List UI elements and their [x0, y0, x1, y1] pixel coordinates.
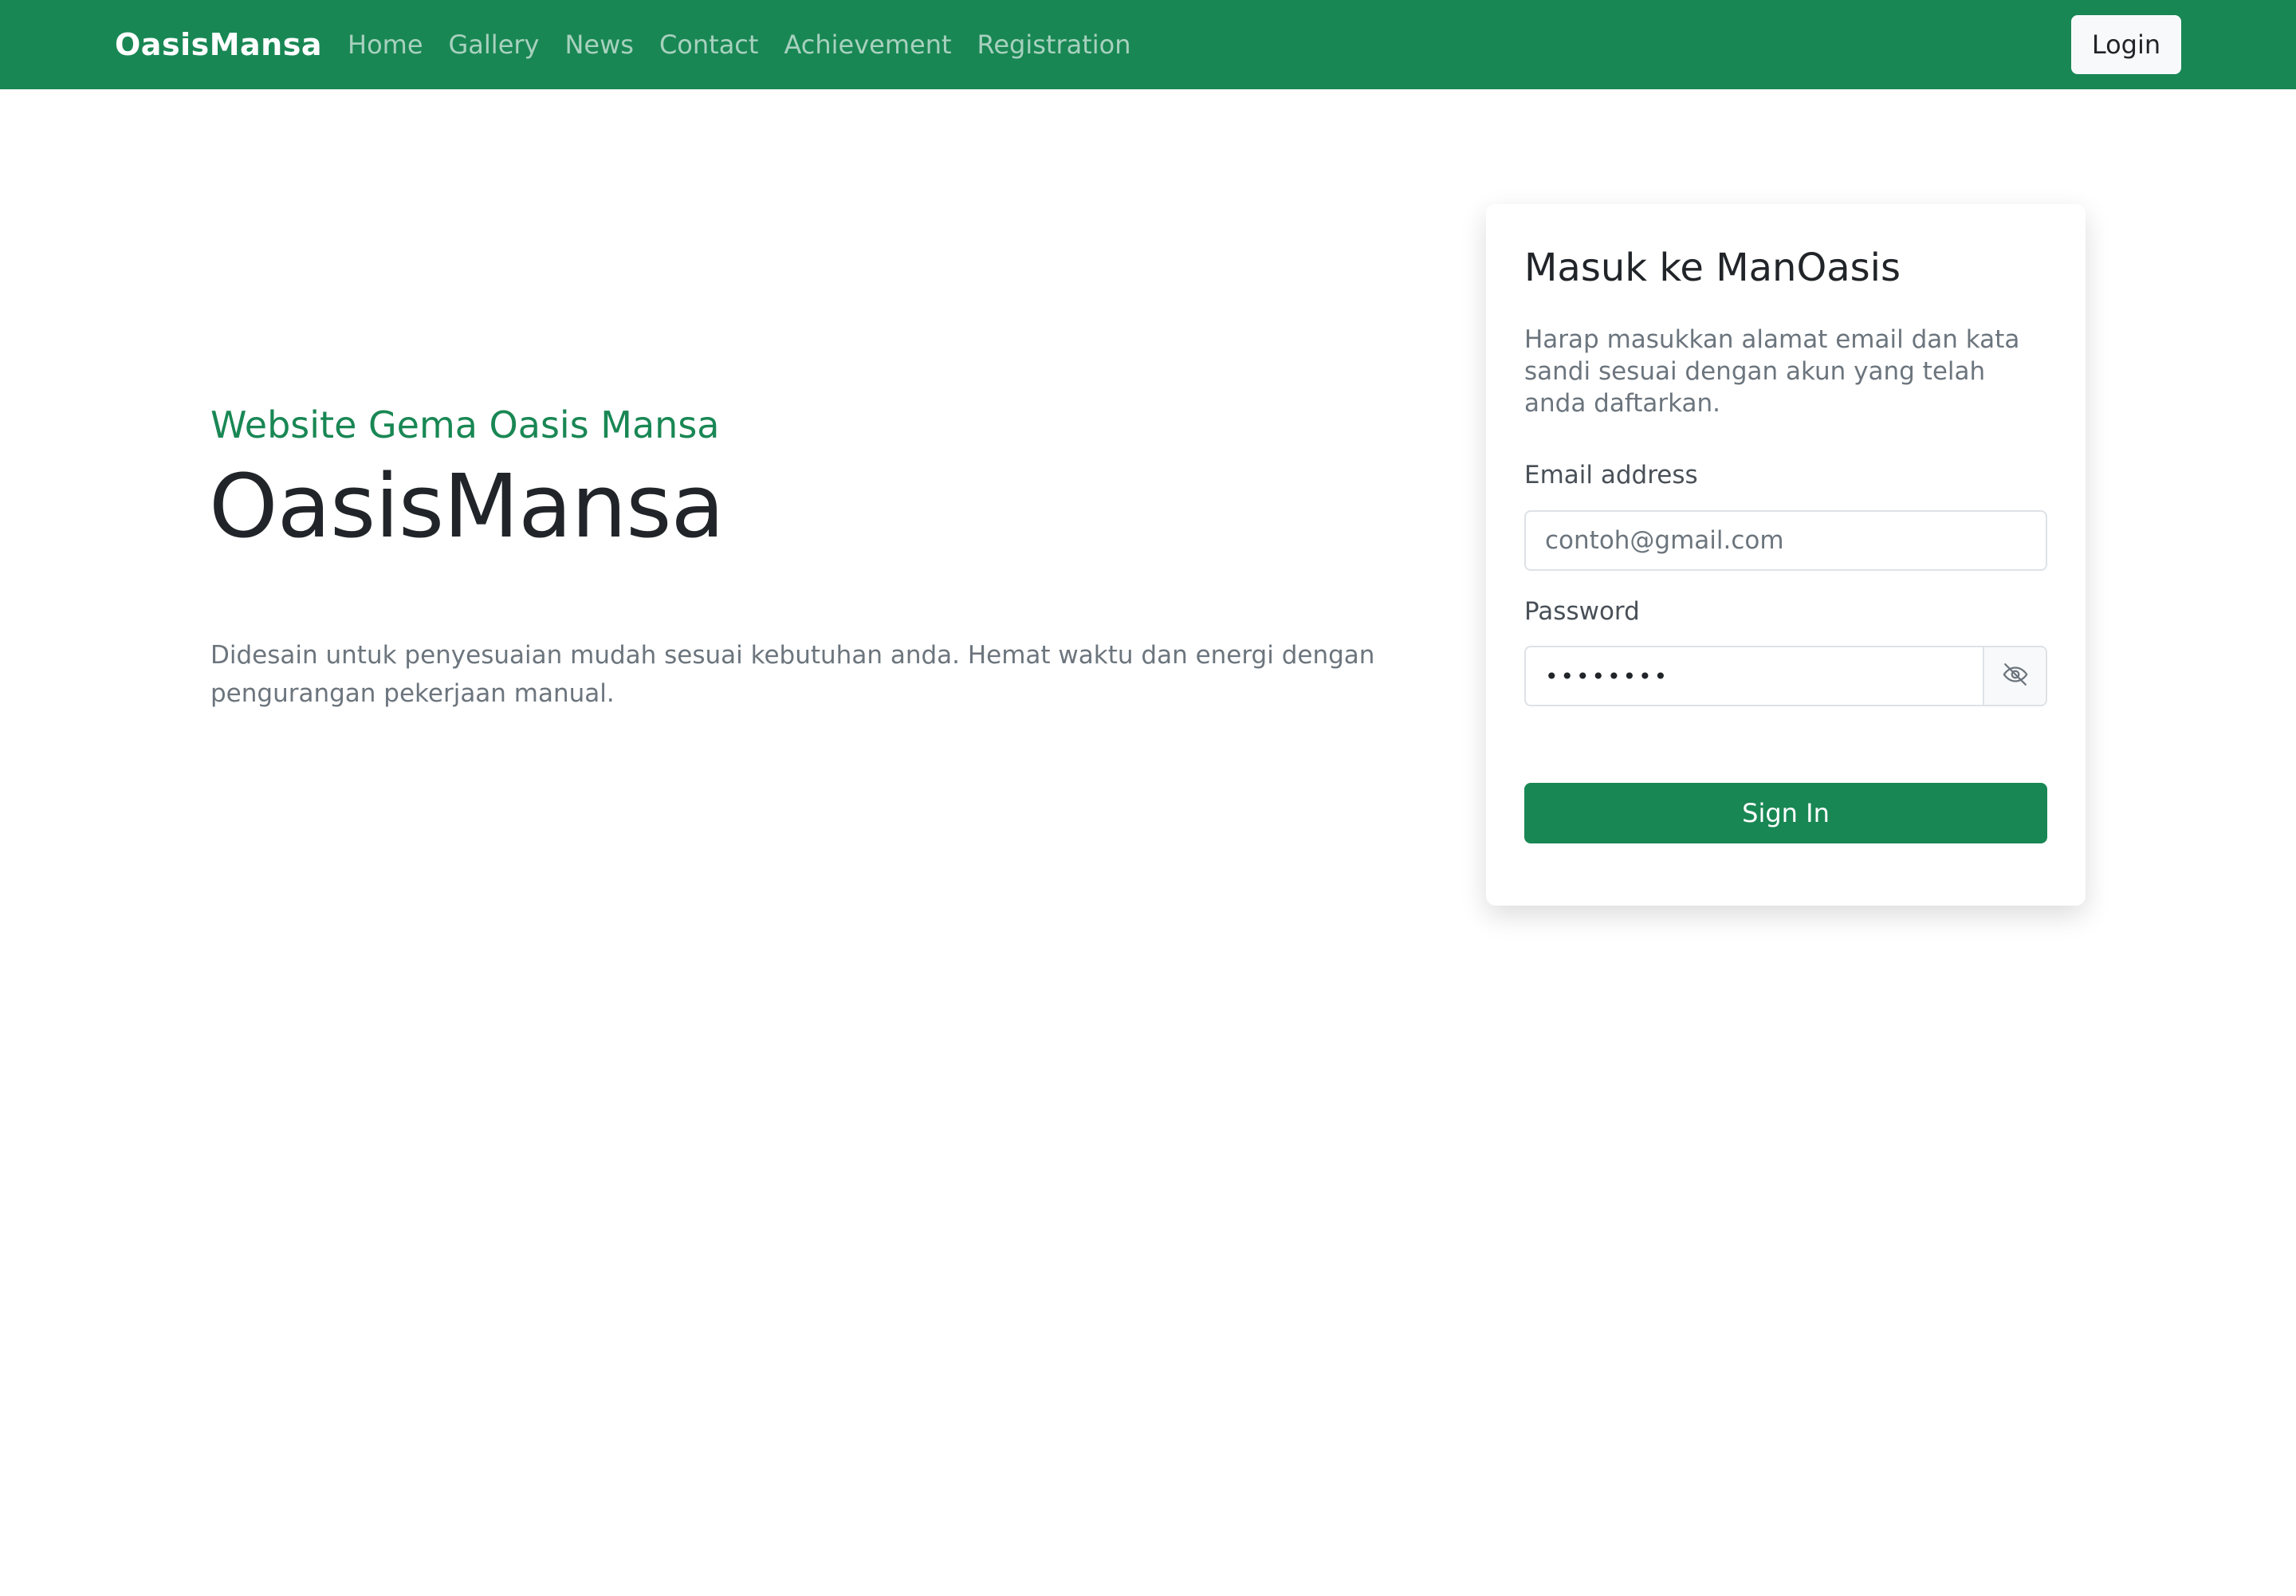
brand-logo[interactable]: OasisMansa: [115, 27, 322, 62]
nav-links: Home Gallery News Contact Achievement Re…: [348, 29, 1131, 60]
nav-link-home[interactable]: Home: [348, 29, 423, 60]
sign-in-button[interactable]: Sign In: [1524, 783, 2047, 843]
password-field[interactable]: ••••••••: [1524, 646, 1983, 706]
hero-subtitle: Website Gema Oasis Mansa: [210, 403, 720, 446]
navbar: OasisMansa Home Gallery News Contact Ach…: [0, 0, 2296, 89]
password-group: ••••••••: [1524, 646, 2047, 706]
login-card: Masuk ke ManOasis Harap masukkan alamat …: [1486, 204, 2086, 906]
login-card-description: Harap masukkan alamat email dan kata san…: [1524, 325, 2020, 418]
hero-description: Didesain untuk penyesuaian mudah sesuai …: [210, 641, 1375, 708]
login-card-title: Masuk ke ManOasis: [1524, 246, 1901, 290]
nav-link-registration[interactable]: Registration: [977, 29, 1131, 60]
hero-title: OasisMansa: [209, 455, 725, 557]
nav-link-achievement[interactable]: Achievement: [784, 29, 951, 60]
email-field[interactable]: [1524, 510, 2047, 571]
eye-slash-icon: [2002, 661, 2029, 691]
nav-link-news[interactable]: News: [564, 29, 633, 60]
nav-link-gallery[interactable]: Gallery: [449, 29, 540, 60]
login-button[interactable]: Login: [2071, 15, 2181, 74]
nav-link-contact[interactable]: Contact: [659, 29, 759, 60]
password-label: Password: [1524, 597, 1640, 626]
password-visibility-toggle[interactable]: [1983, 646, 2047, 706]
email-label: Email address: [1524, 461, 1698, 489]
